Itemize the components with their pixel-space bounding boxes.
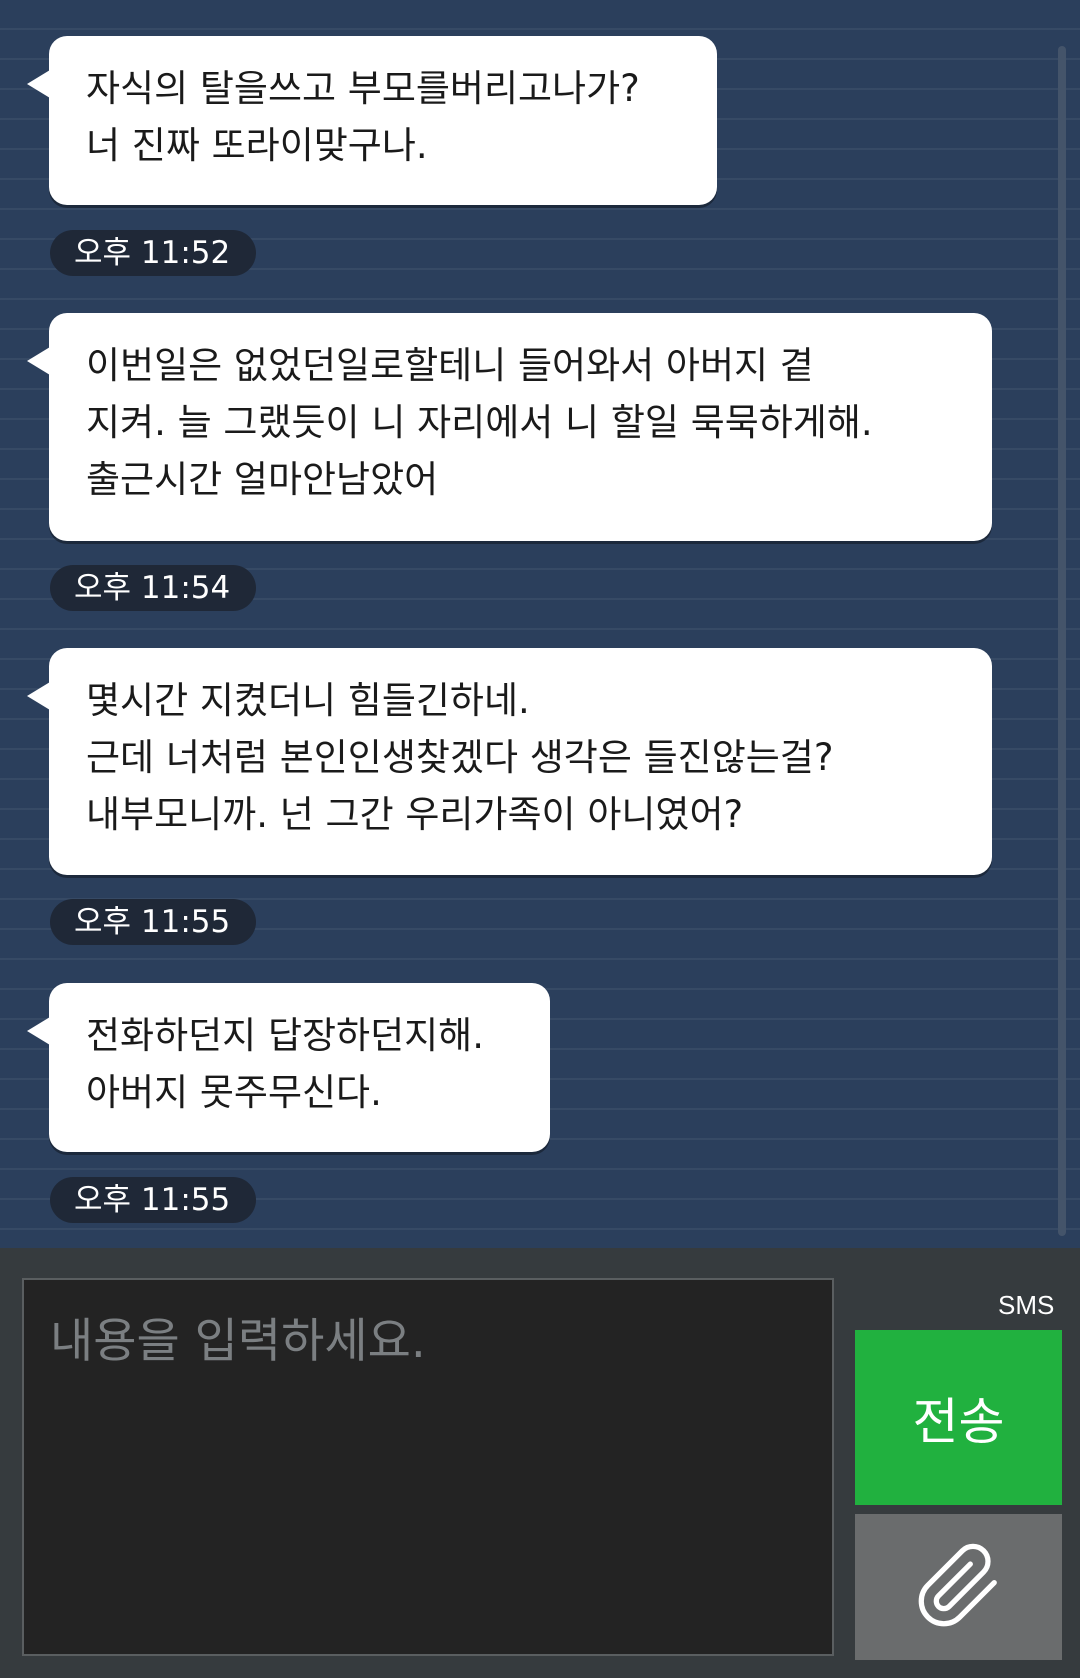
message-type-label: SMS (998, 1290, 1055, 1320)
paperclip-icon (914, 1541, 1004, 1634)
message-bubble[interactable]: 자식의 탈을쓰고 부모를버리고나가? 너 진짜 또라이맞구나. (27, 36, 717, 205)
compose-bar: SMS 전송 (0, 1248, 1080, 1678)
conversation-area[interactable]: 자식의 탈을쓰고 부모를버리고나가? 너 진짜 또라이맞구나. 오후 11:52… (0, 0, 1080, 1248)
message-timestamp: 오후 11:55 (50, 899, 257, 945)
message-timestamp: 오후 11:55 (50, 1177, 257, 1223)
send-button[interactable]: 전송 (855, 1330, 1062, 1505)
message-bubble[interactable]: 이번일은 없었던일로할테니 들어와서 아버지 곁 지켜. 늘 그랬듯이 니 자리… (27, 313, 992, 541)
message-input[interactable] (22, 1278, 834, 1656)
attach-button[interactable] (855, 1514, 1062, 1660)
message-bubble[interactable]: 몇시간 지켰더니 힘들긴하네. 근데 너처럼 본인인생찾겠다 생각은 들진않는걸… (27, 648, 992, 875)
message-timestamp: 오후 11:52 (50, 230, 257, 276)
scrollbar[interactable] (1058, 46, 1066, 1236)
message-timestamp: 오후 11:54 (50, 565, 257, 611)
message-bubble[interactable]: 전화하던지 답장하던지해. 아버지 못주무신다. (27, 983, 550, 1152)
